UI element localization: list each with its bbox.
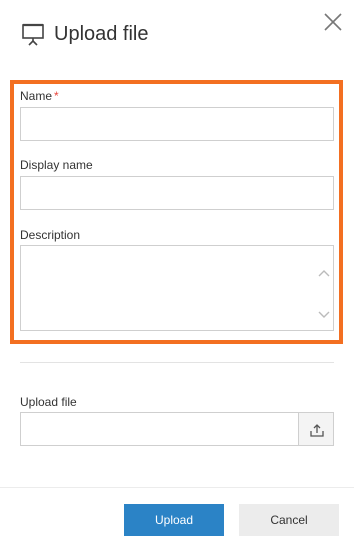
dialog-header: Upload file [0, 0, 354, 70]
close-icon[interactable] [321, 10, 345, 34]
presentation-icon [21, 22, 45, 46]
display-name-label: Display name [20, 158, 93, 172]
description-textarea[interactable] [20, 245, 334, 331]
footer-divider [0, 487, 354, 488]
display-name-input[interactable] [20, 176, 334, 210]
scroll-up-icon[interactable] [318, 264, 330, 277]
name-label: Name * [20, 89, 59, 103]
name-input[interactable] [20, 107, 334, 141]
cancel-button[interactable]: Cancel [239, 504, 339, 536]
name-label-text: Name [20, 89, 53, 103]
description-label: Description [20, 228, 81, 242]
section-divider [20, 362, 334, 363]
scroll-down-icon[interactable] [318, 306, 330, 318]
upload-file-input[interactable] [20, 412, 300, 446]
dialog-title: Upload file [54, 23, 149, 45]
upload-file-label: Upload file [20, 395, 77, 409]
upload-browse-button[interactable] [298, 412, 334, 446]
upload-button[interactable]: Upload [124, 504, 224, 536]
upload-icon [309, 422, 325, 438]
required-marker: * [54, 89, 59, 103]
